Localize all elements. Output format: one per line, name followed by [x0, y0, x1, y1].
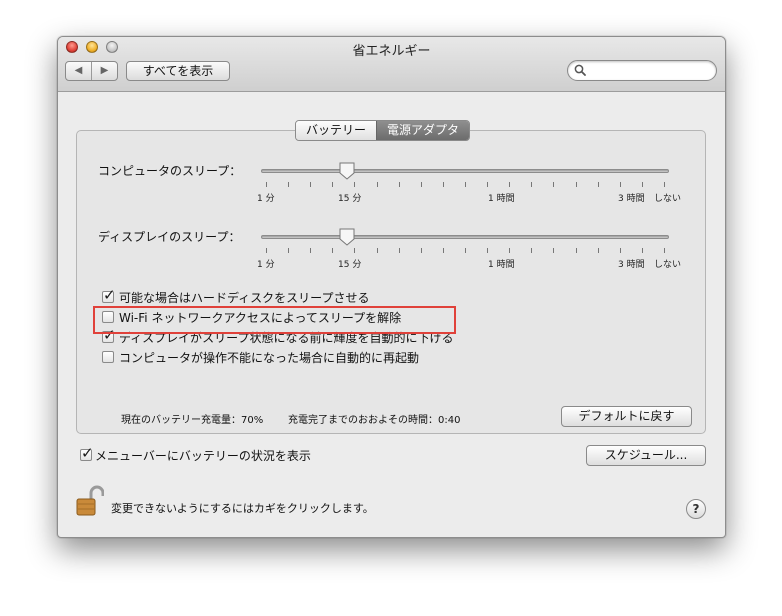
- slider-tick: [376, 248, 378, 253]
- tab-bar: バッテリー 電源アダプタ: [295, 120, 471, 141]
- lock-icon[interactable]: [76, 485, 104, 517]
- hard-disk-sleep-label: 可能な場合はハードディスクをスリープさせる: [119, 291, 370, 305]
- slider-tick: [266, 248, 267, 253]
- slider-track: [261, 169, 669, 173]
- tick-label-15min: 15 分: [338, 260, 362, 270]
- slider-tick: [420, 182, 422, 187]
- tick-label-1min: 1 分: [257, 260, 275, 270]
- slider-tick: [420, 248, 422, 253]
- tick-label-1hour: 1 時間: [488, 260, 515, 270]
- forward-arrow-icon[interactable]: ▶: [92, 62, 117, 80]
- slider-tick: [553, 248, 555, 253]
- slider-tick: [398, 248, 400, 253]
- slider-tick: [442, 248, 444, 253]
- slider-thumb[interactable]: [339, 162, 355, 180]
- tab-battery[interactable]: バッテリー: [296, 121, 377, 140]
- back-arrow-icon[interactable]: ◀: [66, 62, 92, 80]
- tick-label-15min: 15 分: [338, 194, 362, 204]
- slider-thumb[interactable]: [339, 228, 355, 246]
- slider-tick: [641, 182, 643, 187]
- slider-tick: [487, 182, 489, 187]
- slider-tick: [664, 248, 665, 253]
- slider-tick: [354, 248, 356, 253]
- slider-tick: [465, 248, 466, 253]
- menu-battery-checkbox[interactable]: [80, 444, 94, 462]
- slider-tick: [575, 182, 577, 187]
- charge-time-status: 充電完了までのおおよその時間：0:40: [288, 415, 461, 426]
- tick-label-never: しない: [654, 194, 682, 204]
- slider-tick: [376, 182, 378, 187]
- slider-tick: [509, 182, 511, 187]
- slider-tick: [332, 182, 334, 187]
- schedule-button[interactable]: スケジュール...: [586, 445, 706, 466]
- slider-tick: [597, 182, 599, 187]
- slider-tick: [509, 248, 511, 253]
- tick-label-3hours: 3 時間: [618, 260, 645, 270]
- slider-tick: [266, 182, 267, 187]
- tick-label-1min: 1 分: [257, 194, 275, 204]
- battery-charge-status: 現在のバッテリー充電量：70%: [121, 415, 264, 426]
- slider-tick: [354, 182, 356, 187]
- slider-tick: [641, 248, 643, 253]
- slider-tick: [553, 182, 555, 187]
- slider-tick: [575, 248, 577, 253]
- menu-battery-label: メニューバーにバッテリーの状況を表示: [95, 449, 311, 463]
- tick-label-3hours: 3 時間: [618, 194, 645, 204]
- restore-defaults-button[interactable]: デフォルトに戻す: [561, 406, 692, 427]
- slider-tick: [465, 182, 466, 187]
- back-forward-control: ◀ ▶: [65, 61, 118, 81]
- slider-tick: [310, 182, 312, 187]
- search-input[interactable]: [567, 60, 717, 81]
- search-icon: [574, 64, 586, 76]
- slider-tick: [310, 248, 312, 253]
- highlight-annotation: [93, 306, 456, 334]
- auto-restart-label: コンピュータが操作不能になった場合に自動的に再起動: [119, 351, 420, 365]
- help-button[interactable]: ?: [686, 499, 706, 519]
- slider-tick: [487, 248, 489, 253]
- computer-sleep-label: コンピュータのスリープ：: [98, 164, 242, 178]
- title-bar: 省エネルギー ◀ ▶ すべてを表示: [58, 37, 725, 92]
- slider-tick: [531, 248, 533, 253]
- slider-tick: [597, 248, 599, 253]
- lock-message: 変更できないようにするにはカギをクリックします。: [111, 502, 374, 515]
- slider-tick: [442, 182, 444, 187]
- slider-tick: [664, 182, 665, 187]
- auto-restart-checkbox[interactable]: [102, 351, 114, 363]
- slider-track: [261, 235, 669, 239]
- display-sleep-label: ディスプレイのスリープ：: [98, 230, 241, 244]
- tick-label-never: しない: [654, 260, 682, 270]
- tab-power-adapter[interactable]: 電源アダプタ: [376, 121, 470, 140]
- slider-tick: [288, 182, 290, 187]
- slider-tick: [619, 182, 621, 187]
- slider-tick: [332, 248, 334, 253]
- slider-tick: [531, 182, 533, 187]
- show-all-button[interactable]: すべてを表示: [126, 61, 230, 81]
- slider-tick: [398, 182, 400, 187]
- tick-label-1hour: 1 時間: [488, 194, 515, 204]
- slider-tick: [619, 248, 621, 253]
- window-title: 省エネルギー: [352, 44, 431, 59]
- slider-tick: [288, 248, 290, 253]
- preferences-window: 省エネルギー ◀ ▶ すべてを表示 バッテリー 電源アダプタ コンピュータのスリ…: [57, 36, 726, 538]
- hard-disk-sleep-checkbox[interactable]: [102, 286, 116, 304]
